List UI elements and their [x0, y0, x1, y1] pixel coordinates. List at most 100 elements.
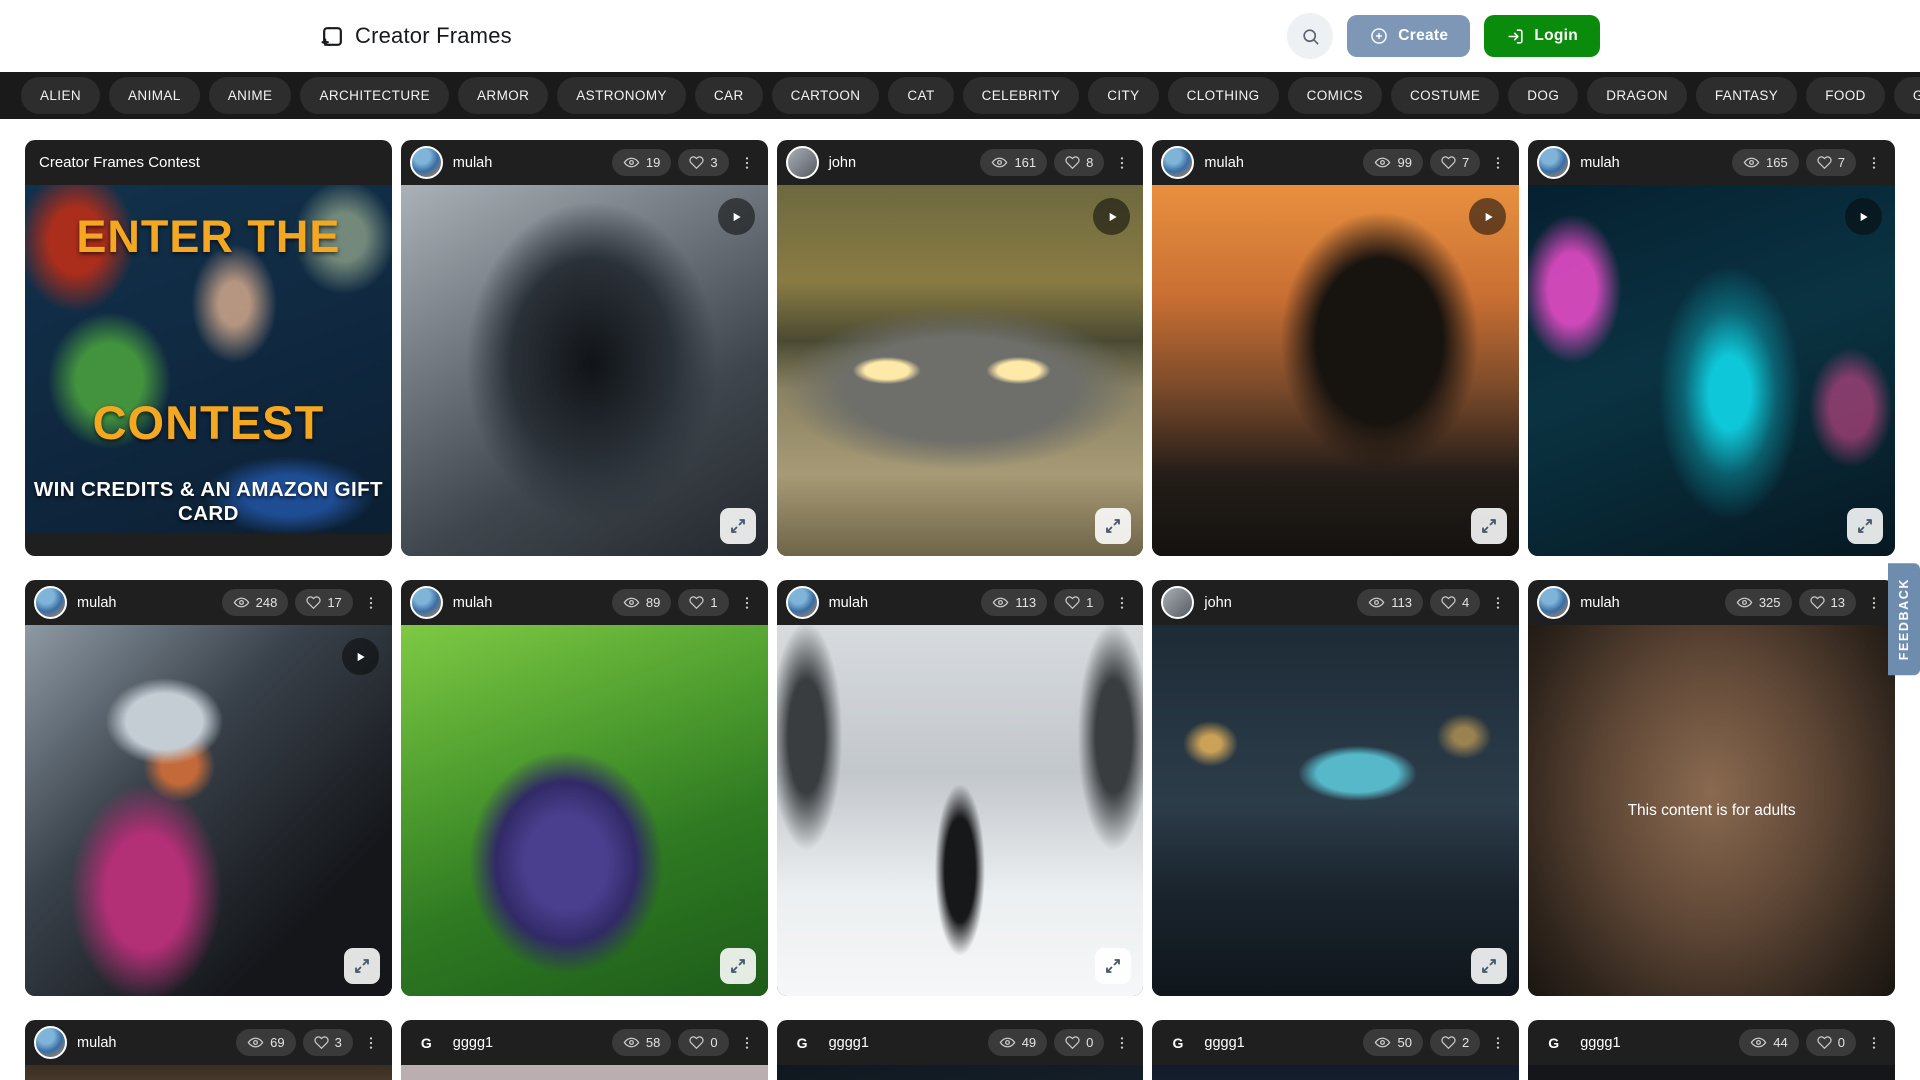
expand-button[interactable]: [1095, 508, 1131, 544]
avatar[interactable]: [34, 1026, 67, 1059]
username[interactable]: gggg1: [1204, 1035, 1244, 1051]
category-pill[interactable]: ANIME: [209, 77, 292, 114]
category-pill[interactable]: CAT: [888, 77, 953, 114]
more-options-button[interactable]: [736, 1033, 758, 1053]
contest-image[interactable]: ENTER THE CONTEST WIN CREDITS & AN AMAZO…: [25, 185, 392, 534]
likes-badge[interactable]: 7: [1430, 149, 1480, 176]
likes-badge[interactable]: 0: [678, 1029, 728, 1056]
card-image[interactable]: [25, 1065, 392, 1080]
category-pill[interactable]: FOOD: [1806, 77, 1885, 114]
category-pill[interactable]: CITY: [1088, 77, 1158, 114]
more-options-button[interactable]: [1487, 1033, 1509, 1053]
likes-badge[interactable]: 3: [303, 1029, 353, 1056]
more-options-button[interactable]: [1863, 153, 1885, 173]
username[interactable]: john: [1204, 595, 1231, 611]
card-image[interactable]: [401, 625, 768, 996]
card-image[interactable]: [1152, 1065, 1519, 1080]
login-button[interactable]: Login: [1484, 15, 1600, 57]
username[interactable]: gggg1: [1580, 1035, 1620, 1051]
avatar[interactable]: [410, 146, 443, 179]
avatar[interactable]: [786, 146, 819, 179]
card-image[interactable]: [1528, 185, 1895, 556]
expand-button[interactable]: [1847, 508, 1883, 544]
username[interactable]: mulah: [453, 155, 493, 171]
expand-button[interactable]: [1471, 948, 1507, 984]
likes-badge[interactable]: 0: [1806, 1029, 1856, 1056]
play-button[interactable]: [1093, 198, 1130, 235]
username[interactable]: gggg1: [829, 1035, 869, 1051]
create-button[interactable]: Create: [1347, 15, 1470, 57]
username[interactable]: mulah: [1204, 155, 1244, 171]
username[interactable]: mulah: [829, 595, 869, 611]
username[interactable]: mulah: [453, 595, 493, 611]
likes-badge[interactable]: 8: [1054, 149, 1104, 176]
category-pill[interactable]: COMICS: [1288, 77, 1382, 114]
avatar[interactable]: [1537, 146, 1570, 179]
card-image[interactable]: [777, 625, 1144, 996]
more-options-button[interactable]: [736, 593, 758, 613]
card-image[interactable]: This content is for adults: [1528, 625, 1895, 996]
more-options-button[interactable]: [1863, 593, 1885, 613]
category-pill[interactable]: FANTASY: [1696, 77, 1797, 114]
likes-badge[interactable]: 17: [295, 589, 352, 616]
expand-button[interactable]: [344, 948, 380, 984]
search-button[interactable]: [1287, 13, 1333, 59]
card-image[interactable]: [1152, 625, 1519, 996]
category-pill[interactable]: GAME CHARACTER: [1894, 77, 1920, 114]
username[interactable]: mulah: [1580, 155, 1620, 171]
more-options-button[interactable]: [1111, 593, 1133, 613]
username[interactable]: gggg1: [453, 1035, 493, 1051]
category-pill[interactable]: COSTUME: [1391, 77, 1499, 114]
avatar[interactable]: [1161, 146, 1194, 179]
likes-badge[interactable]: 7: [1806, 149, 1856, 176]
card-image[interactable]: [777, 185, 1144, 556]
category-pill[interactable]: CAR: [695, 77, 763, 114]
play-button[interactable]: [718, 198, 755, 235]
play-button[interactable]: [1469, 198, 1506, 235]
avatar[interactable]: [1537, 586, 1570, 619]
card-image[interactable]: [1152, 185, 1519, 556]
avatar[interactable]: [1161, 586, 1194, 619]
more-options-button[interactable]: [1487, 153, 1509, 173]
category-pill[interactable]: CLOTHING: [1168, 77, 1279, 114]
likes-badge[interactable]: 1: [1054, 589, 1104, 616]
more-options-button[interactable]: [360, 1033, 382, 1053]
card-image[interactable]: [401, 1065, 768, 1080]
more-options-button[interactable]: [1111, 1033, 1133, 1053]
expand-button[interactable]: [720, 948, 756, 984]
category-pill[interactable]: DRAGON: [1587, 77, 1687, 114]
avatar[interactable]: [786, 586, 819, 619]
more-options-button[interactable]: [736, 153, 758, 173]
avatar[interactable]: G: [1161, 1026, 1194, 1059]
category-pill[interactable]: ARCHITECTURE: [300, 77, 449, 114]
more-options-button[interactable]: [1863, 1033, 1885, 1053]
logo[interactable]: Creator Frames: [320, 23, 512, 49]
avatar[interactable]: G: [786, 1026, 819, 1059]
category-pill[interactable]: DOG: [1508, 77, 1578, 114]
category-pill[interactable]: ANIMAL: [109, 77, 200, 114]
likes-badge[interactable]: 2: [1430, 1029, 1480, 1056]
play-button[interactable]: [342, 638, 379, 675]
more-options-button[interactable]: [360, 593, 382, 613]
username[interactable]: john: [829, 155, 856, 171]
expand-button[interactable]: [720, 508, 756, 544]
likes-badge[interactable]: 3: [678, 149, 728, 176]
avatar[interactable]: G: [1537, 1026, 1570, 1059]
category-nav[interactable]: ALIENANIMALANIMEARCHITECTUREARMORASTRONO…: [0, 72, 1920, 119]
expand-button[interactable]: [1471, 508, 1507, 544]
avatar[interactable]: G: [410, 1026, 443, 1059]
more-options-button[interactable]: [1487, 593, 1509, 613]
category-pill[interactable]: ARMOR: [458, 77, 548, 114]
card-image[interactable]: [777, 1065, 1144, 1080]
card-image[interactable]: [401, 185, 768, 556]
category-pill[interactable]: CARTOON: [772, 77, 880, 114]
play-button[interactable]: [1845, 198, 1882, 235]
card-image[interactable]: [1528, 1065, 1895, 1080]
card-image[interactable]: [25, 625, 392, 996]
likes-badge[interactable]: 0: [1054, 1029, 1104, 1056]
category-pill[interactable]: CELEBRITY: [963, 77, 1080, 114]
category-pill[interactable]: ASTRONOMY: [557, 77, 686, 114]
feedback-tab[interactable]: FEEDBACK: [1888, 563, 1920, 675]
username[interactable]: mulah: [77, 1035, 117, 1051]
more-options-button[interactable]: [1111, 153, 1133, 173]
